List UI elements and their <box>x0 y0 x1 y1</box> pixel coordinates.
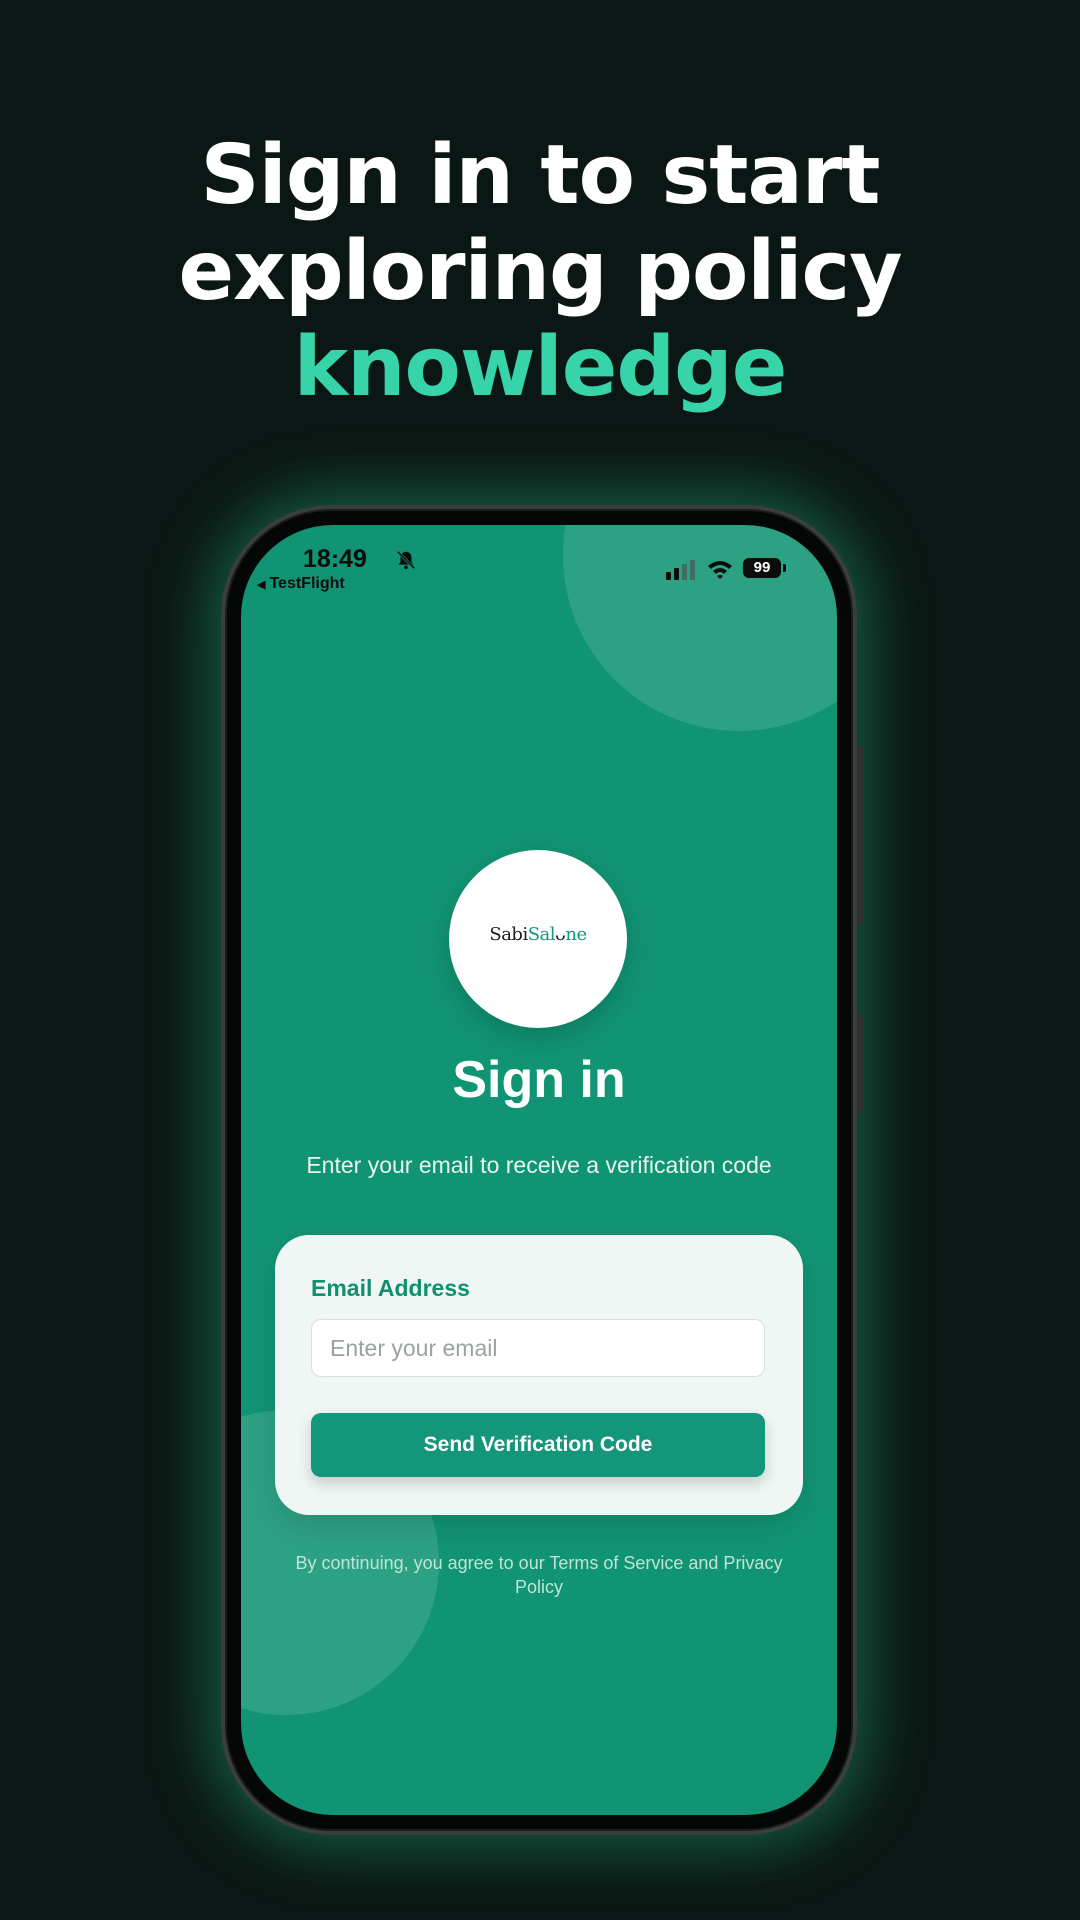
app-logo: SabiSalᴗne <box>449 850 627 1028</box>
signin-card: Email Address Send Verification Code <box>275 1235 803 1515</box>
terms-notice: By continuing, you agree to our Terms of… <box>295 1553 783 1597</box>
headline: Sign in to start exploring policy knowle… <box>0 128 1080 416</box>
signal-icon <box>666 560 695 580</box>
logo-wave-icon: ᴗ <box>555 924 566 945</box>
page-subtitle: Enter your email to receive a verificati… <box>306 1152 772 1178</box>
power-button <box>857 745 863 925</box>
email-field[interactable] <box>311 1319 765 1377</box>
bell-slash-icon <box>396 550 416 570</box>
logo-wordmark: SabiSalᴗne <box>489 924 587 945</box>
battery-icon: 99 <box>743 558 786 578</box>
phone-frame: 18:49 ◀ TestFlight 99 SabiSalᴗne Sign in … <box>221 505 863 1835</box>
back-app-label: TestFlight <box>269 575 345 592</box>
email-label: Email Address <box>311 1275 470 1301</box>
wifi-icon <box>708 561 732 579</box>
send-verification-code-button[interactable]: Send Verification Code <box>311 1413 765 1477</box>
side-button <box>857 1013 863 1113</box>
headline-line-2: exploring policy <box>178 224 902 319</box>
back-arrow-icon: ◀ <box>257 579 266 591</box>
back-to-testflight-button[interactable]: ◀ TestFlight <box>257 575 345 593</box>
headline-line-1: Sign in to start <box>200 128 881 223</box>
decorative-circle-top <box>563 525 837 731</box>
page-title: Sign in <box>452 1051 626 1109</box>
headline-accent: knowledge <box>293 320 788 415</box>
status-time: 18:49 <box>303 545 367 573</box>
phone-screen: 18:49 ◀ TestFlight 99 SabiSalᴗne Sign in … <box>241 525 837 1815</box>
